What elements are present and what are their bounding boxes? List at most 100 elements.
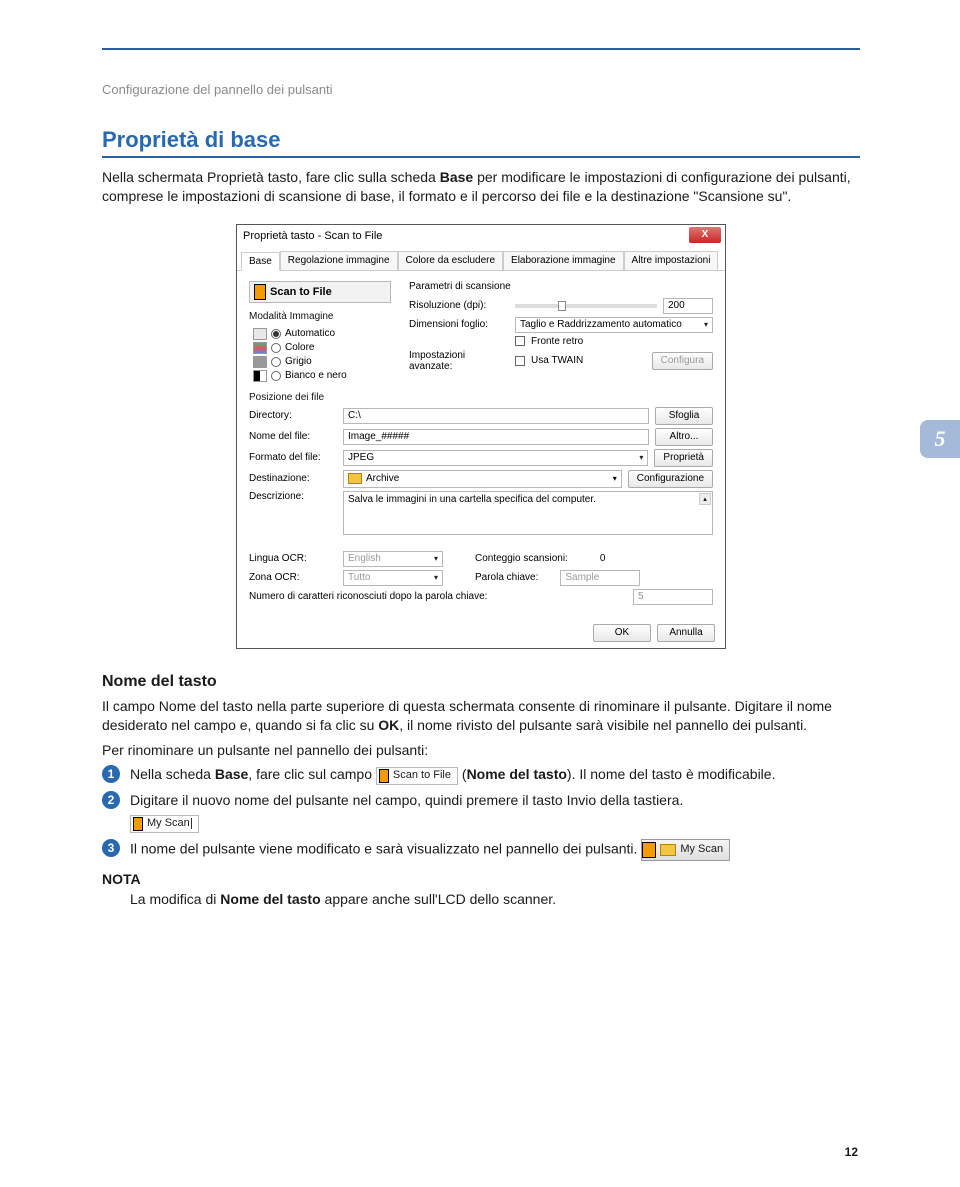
file-position-label: Posizione dei file xyxy=(249,392,713,403)
tab-colore[interactable]: Colore da escludere xyxy=(398,251,504,270)
swatch-bw xyxy=(253,370,267,382)
destination-label: Destinazione: xyxy=(249,473,337,484)
format-combo[interactable]: JPEG xyxy=(343,450,648,466)
description-field[interactable]: Salva le immagini in una cartella specif… xyxy=(343,491,713,535)
image-modes: Automatico Colore Grigio Bianco e nero xyxy=(249,328,399,382)
inline-myscan-text: My Scan xyxy=(147,816,190,831)
advanced-label: Impostazioni avanzate: xyxy=(409,350,509,372)
nota-heading: NOTA xyxy=(102,871,860,887)
scan-count-label: Conteggio scansioni: xyxy=(475,553,568,564)
mode-gray[interactable]: Grigio xyxy=(253,356,399,368)
breadcrumb: Configurazione del pannello dei pulsanti xyxy=(102,82,860,97)
resolution-label: Risoluzione (dpi): xyxy=(409,300,509,311)
intro-paragraph: Nella schermata Proprietà tasto, fare cl… xyxy=(102,168,860,206)
page-content: Configurazione del pannello dei pulsanti… xyxy=(102,82,860,907)
left-column: Scan to File Modalità Immagine Automatic… xyxy=(249,281,399,384)
label-gray: Grigio xyxy=(285,356,312,367)
format-label: Formato del file: xyxy=(249,452,337,463)
dialog-screenshot: Proprietà tasto - Scan to File X Base Re… xyxy=(102,224,860,649)
numchar-label: Numero di caratteri riconosciuti dopo la… xyxy=(249,591,487,602)
dialog-footer: OK Annulla xyxy=(237,618,725,648)
s1f: ). Il nome del tasto è modificabile. xyxy=(567,766,776,782)
dimensions-combo[interactable]: Taglio e Raddrizzamento automatico xyxy=(515,317,713,333)
s1c: , fare clic sul campo xyxy=(248,766,376,782)
page-title: Proprietà di base xyxy=(102,127,860,153)
s2: Digitare il nuovo nome del pulsante nel … xyxy=(130,792,683,808)
nota-text: La modifica di Nome del tasto appare anc… xyxy=(130,891,860,907)
radio-auto[interactable] xyxy=(271,329,281,339)
radio-color[interactable] xyxy=(271,343,281,353)
configurazione-button[interactable]: Configurazione xyxy=(628,470,713,488)
label-color: Colore xyxy=(285,342,314,353)
fronte-retro-checkbox[interactable] xyxy=(515,336,525,346)
description-text: Salva le immagini in una cartella specif… xyxy=(348,494,596,505)
scanner-icon xyxy=(642,842,656,858)
resolution-slider[interactable] xyxy=(515,304,657,308)
sfoglia-button[interactable]: Sfoglia xyxy=(655,407,713,425)
page-number: 12 xyxy=(845,1145,858,1159)
tab-base[interactable]: Base xyxy=(241,252,280,271)
destination-value: Archive xyxy=(366,473,399,484)
dimensions-label: Dimensioni foglio: xyxy=(409,319,509,330)
mode-bw[interactable]: Bianco e nero xyxy=(253,370,399,382)
ok-button[interactable]: OK xyxy=(593,624,651,642)
directory-field[interactable]: C:\ xyxy=(343,408,649,424)
radio-gray[interactable] xyxy=(271,357,281,367)
s1e: Nome del tasto xyxy=(467,766,567,782)
step-1: 1 Nella scheda Base, fare clic sul campo… xyxy=(102,765,860,785)
configura-button[interactable]: Configura xyxy=(652,352,713,370)
destination-combo[interactable]: Archive xyxy=(343,470,622,488)
scan-count-value: 0 xyxy=(600,553,606,564)
altro-button[interactable]: Altro... xyxy=(655,428,713,446)
scanner-icon xyxy=(254,284,266,300)
step-1-bullet: 1 xyxy=(102,765,120,783)
swatch-color xyxy=(253,342,267,354)
scroll-up-icon[interactable]: ▴ xyxy=(699,493,711,505)
dialog-tabs: Base Regolazione immagine Colore da escl… xyxy=(237,247,725,271)
scanner-icon xyxy=(133,817,143,831)
tab-elaborazione[interactable]: Elaborazione immagine xyxy=(503,251,624,270)
folder-icon xyxy=(660,844,676,856)
nota-b: Nome del tasto xyxy=(220,891,320,907)
ocr-zone-combo[interactable]: Tutto xyxy=(343,570,443,586)
annulla-button[interactable]: Annulla xyxy=(657,624,715,642)
sec-p1c: , il nome rivisto del pulsante sarà visi… xyxy=(399,717,807,733)
keyword-field[interactable]: Sample xyxy=(560,570,640,586)
dialog-titlebar: Proprietà tasto - Scan to File X xyxy=(237,225,725,247)
step-2: 2 Digitare il nuovo nome del pulsante ne… xyxy=(102,791,860,833)
myscan-badge-text: My Scan xyxy=(680,842,723,857)
fronte-retro-label: Fronte retro xyxy=(531,336,583,347)
tab-regolazione[interactable]: Regolazione immagine xyxy=(280,251,398,270)
step-3: 3 Il nome del pulsante viene modificato … xyxy=(102,839,860,861)
twain-label: Usa TWAIN xyxy=(531,355,583,366)
sec-p1b: OK xyxy=(378,717,399,733)
button-name-field[interactable]: Scan to File xyxy=(249,281,391,303)
tab-altre[interactable]: Altre impostazioni xyxy=(624,251,719,270)
numchar-field[interactable]: 5 xyxy=(633,589,713,605)
ocr-lang-combo[interactable]: English xyxy=(343,551,443,567)
mode-color[interactable]: Colore xyxy=(253,342,399,354)
s1a: Nella scheda xyxy=(130,766,215,782)
proprieta-button[interactable]: Proprietà xyxy=(654,449,713,467)
file-position-section: Posizione dei file Directory: C:\ Sfogli… xyxy=(249,392,713,608)
label-bw: Bianco e nero xyxy=(285,370,347,381)
right-column: Parametri di scansione Risoluzione (dpi)… xyxy=(409,281,713,384)
ocr-zone-label: Zona OCR: xyxy=(249,572,337,583)
scan-params-title: Parametri di scansione xyxy=(409,281,713,292)
inline-my-scan: My Scan xyxy=(130,815,199,833)
twain-checkbox[interactable] xyxy=(515,356,525,366)
step-2-bullet: 2 xyxy=(102,791,120,809)
section-body: Il campo Nome del tasto nella parte supe… xyxy=(102,697,860,760)
s1b: Base xyxy=(215,766,248,782)
radio-bw[interactable] xyxy=(271,371,281,381)
nota-a: La modifica di xyxy=(130,891,220,907)
filename-field[interactable]: Image_##### xyxy=(343,429,649,445)
image-mode-label: Modalità Immagine xyxy=(249,311,399,322)
close-icon[interactable]: X xyxy=(689,227,721,243)
nota-c: appare anche sull'LCD dello scanner. xyxy=(321,891,556,907)
s3: Il nome del pulsante viene modificato e … xyxy=(130,840,637,856)
folder-icon xyxy=(348,473,362,484)
resolution-value[interactable]: 200 xyxy=(663,298,713,314)
myscan-badge: My Scan xyxy=(641,839,730,861)
mode-auto[interactable]: Automatico xyxy=(253,328,399,340)
